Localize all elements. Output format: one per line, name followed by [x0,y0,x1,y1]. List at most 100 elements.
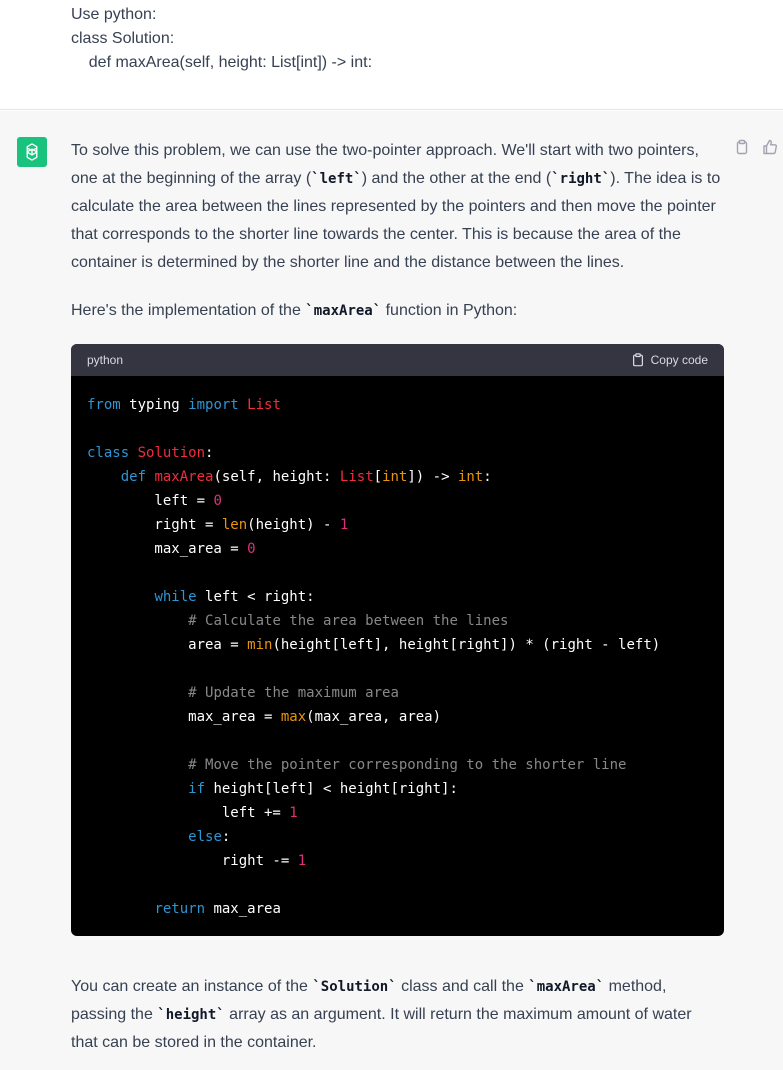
code-token: max_area = [87,541,248,557]
code-token: return [154,901,206,917]
code-language-label: python [87,353,124,367]
code-token: max_area [205,901,281,917]
code-token: (max_area, area) [306,709,442,725]
outro-paragraph: You can create an instance of the `Solut… [71,973,721,1057]
code-token: (self, height: [213,469,340,485]
code-block: python Copy code from typing import List… [71,344,724,936]
outro-text: You can create an instance of the [71,978,313,995]
code-token: : [483,469,492,485]
code-token: min [247,637,273,653]
user-message-line: def maxArea(self, height: List[int]) -> … [71,54,373,71]
code-line: right -= 1 [87,849,306,873]
code-token: area = [87,637,248,653]
inline-code-left: `left` [311,171,362,187]
code-token: 0 [247,541,256,557]
inline-code-height: `height` [157,1007,225,1023]
user-message-line: class Solution: [71,30,175,47]
code-token: 1 [297,853,307,869]
code-token: max [280,709,307,725]
code-token: [ [373,469,383,485]
inline-code-right: `right` [551,171,611,187]
code-token: 0 [213,493,222,509]
intro-paragraph: To solve this problem, we can use the tw… [71,137,721,277]
code-line: # Update the maximum area [87,681,399,705]
code-token: (height) - [247,517,340,533]
code-token: : [205,445,214,461]
code-token: max_area = [87,709,281,725]
impl-text: function in Python: [381,302,518,319]
thumbs-up-icon[interactable] [762,139,778,155]
user-message-line: Use python: [71,6,157,23]
code-token: typing [120,397,189,413]
code-token: (height[left], height[right]) * (right -… [272,637,661,653]
intro-text: ) and the other at the end ( [361,170,552,187]
code-token: # Update the maximum area [188,685,399,701]
code-token: if [188,781,206,797]
code-header: python Copy code [71,344,724,376]
code-line: # Move the pointer corresponding to the … [87,753,626,777]
code-token: len [221,517,248,533]
clipboard-icon [632,353,643,367]
code-token: left = [87,493,214,509]
code-token: class [87,445,130,461]
code-token: : [221,829,231,845]
code-token: int [382,469,408,485]
code-line: max_area = 0 [87,537,256,561]
code-line: max_area = max(max_area, area) [87,705,441,729]
code-token: 1 [289,805,298,821]
implementation-paragraph: Here's the implementation of the `maxAre… [71,297,721,325]
code-line: return max_area [87,897,281,921]
copy-code-label: Copy code [650,353,708,367]
code-line: left = 0 [87,489,222,513]
code-token: right -= [87,853,298,869]
copy-code-button[interactable]: Copy code [631,353,708,367]
code-line: def maxArea(self, height: List[int]) -> … [87,465,492,489]
code-token: while [154,589,197,605]
code-token: Solution [137,445,206,461]
code-line: while left < right: [87,585,315,609]
code-token: ]) -> [407,469,458,485]
code-token: height[left] < height[right]: [205,781,458,797]
inline-code-solution: `Solution` [312,979,397,995]
code-token: left += [87,805,290,821]
user-message: Use python: class Solution: def maxArea(… [0,0,783,110]
code-token: List [247,397,281,413]
code-token: 1 [339,517,349,533]
inline-code-maxarea: `maxArea` [305,303,382,319]
code-token: else [188,829,222,845]
code-line: class Solution: [87,441,213,465]
impl-text: Here's the implementation of the [71,302,306,319]
code-token: # Calculate the area between the lines [188,613,509,629]
code-line: else: [87,825,230,849]
code-line: # Calculate the area between the lines [87,609,508,633]
code-token: List [339,469,374,485]
code-line: from typing import List [87,393,281,417]
code-line: if height[left] < height[right]: [87,777,458,801]
outro-text: class and call the [396,978,529,995]
code-line: area = min(height[left], height[right]) … [87,633,660,657]
code-token: from [87,397,121,413]
code-token: left < right: [196,589,315,605]
inline-code-maxarea: `maxArea` [528,979,605,995]
openai-logo-icon [26,143,38,161]
code-token: maxArea [154,469,214,485]
code-line: left += 1 [87,801,298,825]
code-token: right = [87,517,222,533]
assistant-avatar [17,137,47,167]
code-token: # Move the pointer corresponding to the … [188,757,627,773]
code-token: import [188,397,239,413]
copy-icon[interactable] [734,139,750,155]
message-actions [734,139,778,155]
code-token: def [120,469,147,485]
code-token: int [457,469,484,485]
